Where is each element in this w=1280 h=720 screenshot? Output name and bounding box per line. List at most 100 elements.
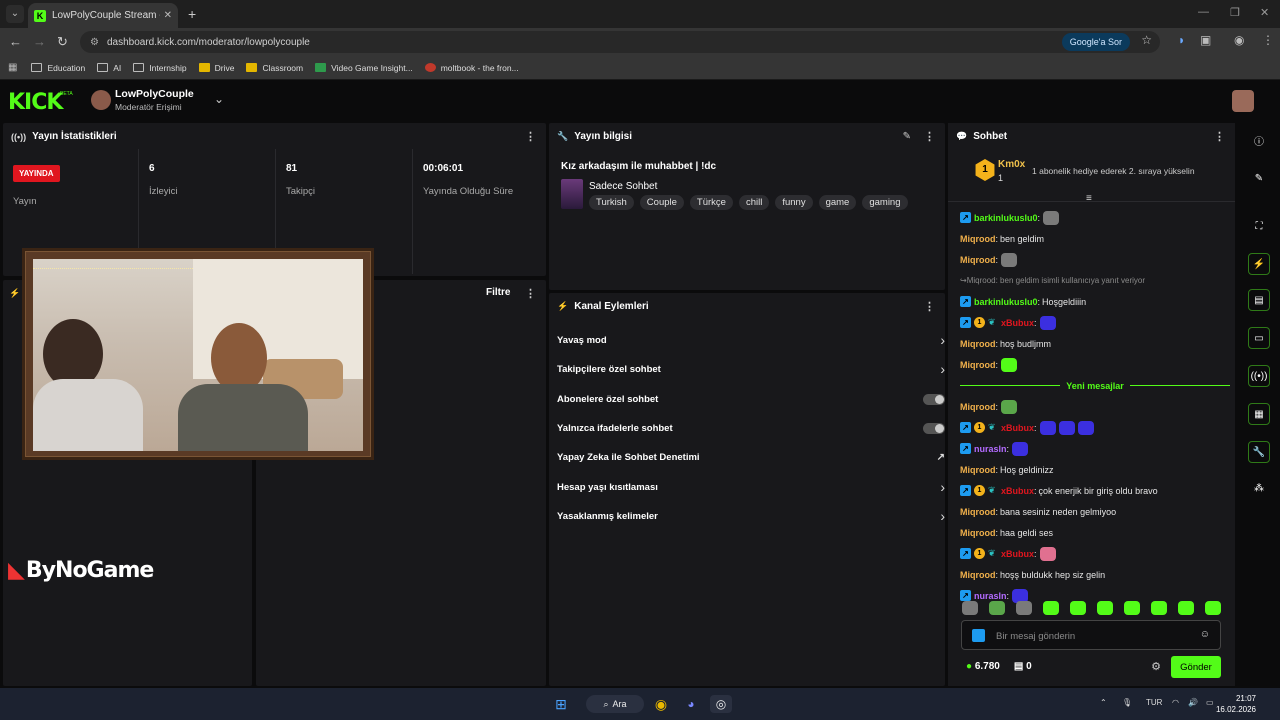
bookmark-moltbook[interactable]: moltbook - the fron... xyxy=(424,63,519,73)
info-icon[interactable]: ⓘ xyxy=(1248,129,1270,151)
edit-pencil-icon[interactable]: ✎ xyxy=(1248,167,1270,189)
bookmark-internship[interactable]: Internship xyxy=(133,63,187,73)
chat-username[interactable]: xBubux xyxy=(1001,318,1034,328)
action-banned-words[interactable]: Yasaklanmış kelimeler › xyxy=(557,505,945,527)
chat-message[interactable]: ↗ 1 ❦ xBubux: xyxy=(960,543,1230,564)
collapse-icon[interactable]: ≡ xyxy=(1086,193,1092,204)
chat-message[interactable]: Miqrood: Hoş geldinizz xyxy=(960,459,1230,480)
chat-message[interactable]: Miqrood: xyxy=(960,249,1230,270)
omnibox[interactable]: ⚙ dashboard.kick.com/moderator/lowpolyco… xyxy=(80,31,1160,53)
chat-username[interactable]: Miqrood xyxy=(960,255,996,265)
quick-emote-icon[interactable] xyxy=(1124,601,1140,615)
action-subscribers-only[interactable]: Abonelere özel sohbet xyxy=(557,388,945,410)
minimize-icon[interactable]: — xyxy=(1198,6,1209,18)
chat-username[interactable]: Miqrood xyxy=(960,234,996,244)
emoji-picker-icon[interactable]: ☺ xyxy=(1200,629,1210,640)
bookmark-ai[interactable]: AI xyxy=(97,63,121,73)
quick-emote-icon[interactable] xyxy=(1016,601,1032,615)
quick-emote-icon[interactable] xyxy=(1097,601,1113,615)
taskbar-search[interactable]: ⌕ Ara xyxy=(586,695,644,713)
chat-username[interactable]: Miqrood xyxy=(960,339,996,349)
microphone-icon[interactable]: 🎙 xyxy=(1122,698,1132,707)
chat-username[interactable]: nurasln xyxy=(974,444,1007,454)
chat-message[interactable]: Miqrood: hoş budljmm xyxy=(960,333,1230,354)
browser-menu-icon[interactable]: ⋮ xyxy=(1262,33,1274,47)
action-followers-only[interactable]: Takipçilere özel sohbet › xyxy=(557,358,945,380)
stats-menu-icon[interactable]: ⋮ xyxy=(525,130,536,143)
chat-username[interactable]: Miqrood xyxy=(960,465,996,475)
extension-icon[interactable]: ◗ xyxy=(1178,33,1185,47)
chat-message[interactable]: ↗ 1 ❦ xBubux: xyxy=(960,417,1230,438)
input-language[interactable]: TUR xyxy=(1146,698,1162,707)
quick-emote-icon[interactable] xyxy=(1205,601,1221,615)
google-ask-button[interactable]: Google'a Sor xyxy=(1061,33,1130,51)
chat-message[interactable]: ↗ barkinlukuslu0: Hoşgeldiiin xyxy=(960,291,1230,312)
actions-menu-icon[interactable]: ⋮ xyxy=(924,300,935,313)
chat-username[interactable]: Miqrood xyxy=(960,360,996,370)
chat-message[interactable]: ↗ 1 ❦ xBubux: çok enerjik bir giriş oldu bra… xyxy=(960,480,1230,501)
battery-icon[interactable]: ▭ xyxy=(1206,698,1214,707)
apps-grid-icon[interactable]: ▦ xyxy=(8,62,17,73)
windows-start-icon[interactable]: ⊞ xyxy=(552,695,570,713)
chat-username[interactable]: nurasln xyxy=(974,591,1007,601)
bookmark-drive[interactable]: Drive xyxy=(198,63,234,73)
fullscreen-icon[interactable]: ⛶ xyxy=(1248,215,1270,237)
bolt-tool-icon[interactable]: ⚡ xyxy=(1248,253,1270,275)
bookmark-star-icon[interactable]: ☆ xyxy=(1141,33,1152,47)
volume-icon[interactable]: 🔊 xyxy=(1188,698,1198,707)
subscribers-only-toggle[interactable] xyxy=(923,393,945,405)
quick-emote-icon[interactable] xyxy=(1178,601,1194,615)
system-clock[interactable]: 21:07 16.02.2026 xyxy=(1216,693,1256,715)
chat-username[interactable]: Miqrood xyxy=(960,507,996,517)
chat-message[interactable]: Miqrood: xyxy=(960,354,1230,375)
bookmark-education[interactable]: Education xyxy=(31,63,85,73)
chat-username[interactable]: Miqrood xyxy=(960,402,996,412)
bookmark-video-game-insight[interactable]: Video Game Insight... xyxy=(315,63,413,73)
close-tab-icon[interactable]: ✕ xyxy=(164,10,172,21)
info-menu-icon[interactable]: ⋮ xyxy=(924,130,935,143)
profile-icon[interactable]: ◉ xyxy=(1234,33,1244,47)
close-window-icon[interactable]: ✕ xyxy=(1260,6,1269,19)
chat-menu-icon[interactable]: ⋮ xyxy=(1214,130,1225,143)
chat-message[interactable]: Miqrood: bana sesiniz neden gelmiyoo xyxy=(960,501,1230,522)
chat-username[interactable]: Miqrood xyxy=(960,570,996,580)
points-balance[interactable]: ● 6.780 xyxy=(966,661,1000,672)
browser-tab[interactable]: K LowPolyCouple Stream - Kick D ✕ xyxy=(28,3,178,28)
action-emote-only[interactable]: Yalnızca ifadelerle sohbet xyxy=(557,417,945,439)
quick-emote-icon[interactable] xyxy=(1043,601,1059,615)
edit-icon[interactable]: ✎ xyxy=(903,131,911,142)
obs-icon[interactable]: ◎ xyxy=(710,695,732,713)
chat-input-box[interactable]: ☺ xyxy=(961,620,1221,650)
layout-icon[interactable]: ▦ xyxy=(1248,403,1270,425)
chat-message[interactable]: ↗ barkinlukuslu0: xyxy=(960,207,1230,228)
activity-menu-icon[interactable]: ⋮ xyxy=(525,287,536,300)
chat-message[interactable]: Miqrood: xyxy=(960,396,1230,417)
chat-tool-icon[interactable]: ▭ xyxy=(1248,327,1270,349)
forward-icon[interactable]: → xyxy=(33,34,46,49)
kick-logo[interactable]: KICK xyxy=(8,90,63,115)
chevron-down-icon[interactable]: ⌄ xyxy=(214,92,224,106)
chrome-icon[interactable]: ◉ xyxy=(652,695,670,713)
back-icon[interactable]: ← xyxy=(9,34,22,49)
chat-message[interactable]: ↗ nurasln: xyxy=(960,438,1230,459)
quick-emote-icon[interactable] xyxy=(1070,601,1086,615)
new-tab-button[interactable]: + xyxy=(188,6,196,22)
chat-message-input[interactable] xyxy=(996,628,1186,644)
action-account-age[interactable]: Hesap yaşı kısıtlaması › xyxy=(557,476,945,498)
quick-emote-icon[interactable] xyxy=(1151,601,1167,615)
chat-username[interactable]: xBubux xyxy=(1001,423,1034,433)
chat-username[interactable]: barkinlukuslu0 xyxy=(974,213,1038,223)
apps-icon[interactable]: ⁂ xyxy=(1248,477,1270,499)
extensions-puzzle-icon[interactable]: ▣ xyxy=(1200,33,1211,47)
site-info-icon[interactable]: ⚙ xyxy=(90,37,99,48)
emote-only-toggle[interactable] xyxy=(923,422,945,434)
chat-message[interactable]: Miqrood: ben geldim xyxy=(960,228,1230,249)
bookmark-classroom[interactable]: Classroom xyxy=(246,63,303,73)
chat-message[interactable]: ↗ 1 ❦ xBubux: xyxy=(960,312,1230,333)
action-ai-moderation[interactable]: Yapay Zeka ile Sohbet Denetimi ↗ xyxy=(557,446,945,468)
wifi-icon[interactable]: ◠ xyxy=(1172,698,1179,707)
chat-message[interactable]: Miqrood: hoşş buldukk hep siz gelin xyxy=(960,564,1230,585)
chat-username[interactable]: xBubux xyxy=(1001,486,1034,496)
chat-settings-icon[interactable]: ⚙ xyxy=(1151,660,1161,673)
discord-icon[interactable]: ◕ xyxy=(682,695,700,713)
